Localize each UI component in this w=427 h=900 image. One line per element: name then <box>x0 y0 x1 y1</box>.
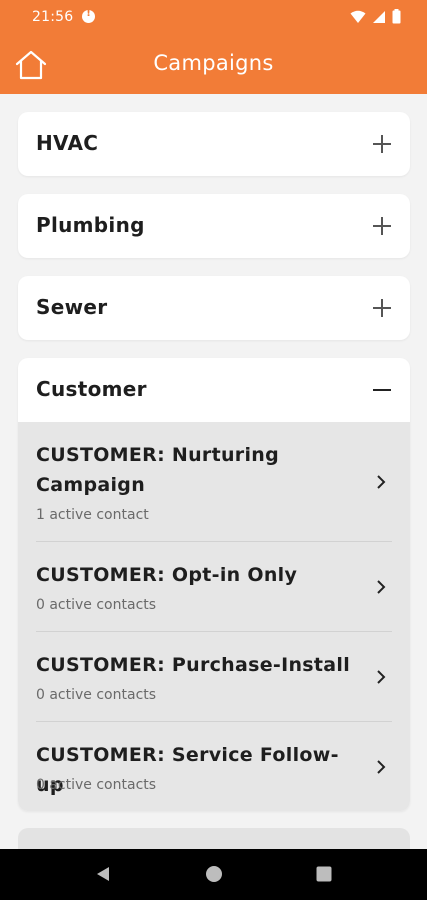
category-header-sewer[interactable]: Sewer <box>18 276 410 340</box>
category-header-customer[interactable]: Customer <box>18 358 410 422</box>
battery-icon <box>392 9 401 24</box>
campaign-item[interactable]: CUSTOMER: Service Follow-up 0 active con… <box>36 722 392 811</box>
status-time: 21:56 <box>32 9 74 25</box>
plus-icon[interactable] <box>372 134 392 154</box>
back-icon[interactable] <box>94 865 112 883</box>
category-title: Sewer <box>36 295 108 319</box>
status-icons <box>350 9 401 24</box>
campaign-item[interactable]: CUSTOMER: Purchase-Install 0 active cont… <box>36 632 392 722</box>
campaign-contacts: 0 active contacts <box>36 777 157 793</box>
chevron-right-icon <box>377 670 386 684</box>
wifi-icon <box>350 10 366 23</box>
campaign-name: CUSTOMER: Purchase-Install <box>36 654 351 676</box>
minus-icon[interactable] <box>372 380 392 400</box>
home-circle-icon[interactable] <box>205 865 223 883</box>
campaign-name: CUSTOMER: Nurturing Campaign <box>36 440 319 500</box>
campaign-item[interactable]: CUSTOMER: Nurturing Campaign 1 active co… <box>36 422 392 542</box>
category-title: HVAC <box>36 131 99 155</box>
campaign-name-line1: CUSTOMER: Nurturing <box>36 444 280 466</box>
system-nav-bar <box>0 849 427 900</box>
chevron-right-icon <box>377 760 386 774</box>
chevron-right-icon <box>377 580 386 594</box>
info-icon <box>82 8 95 23</box>
campaign-contacts: 0 active contacts <box>36 597 157 613</box>
status-bar: 21:56 <box>0 0 427 36</box>
campaign-contacts: 0 active contacts <box>36 687 157 703</box>
campaign-list: CUSTOMER: Nurturing Campaign 1 active co… <box>18 422 410 811</box>
plus-icon[interactable] <box>372 298 392 318</box>
page-title: Campaigns <box>153 51 274 75</box>
category-card-customer: Customer CUSTOMER: Nurturing Campaign 1 … <box>18 358 410 811</box>
campaign-item[interactable]: CUSTOMER: Opt-in Only 0 active contacts <box>36 542 392 632</box>
plus-icon[interactable] <box>372 216 392 236</box>
app-bar: Campaigns <box>0 36 427 94</box>
category-card-sewer: Sewer <box>18 276 410 340</box>
campaign-name: CUSTOMER: Opt-in Only <box>36 564 298 586</box>
recents-icon[interactable] <box>315 865 333 883</box>
campaign-name-line2: Campaign <box>36 474 146 496</box>
chevron-right-icon <box>377 475 386 489</box>
category-title: Customer <box>36 377 147 401</box>
signal-icon <box>373 10 385 23</box>
category-card-hvac: HVAC <box>18 112 410 176</box>
category-card-plumbing: Plumbing <box>18 194 410 258</box>
campaign-contacts: 1 active contact <box>36 507 149 523</box>
category-title: Plumbing <box>36 213 145 237</box>
category-header-plumbing[interactable]: Plumbing <box>18 194 410 258</box>
category-header-hvac[interactable]: HVAC <box>18 112 410 176</box>
